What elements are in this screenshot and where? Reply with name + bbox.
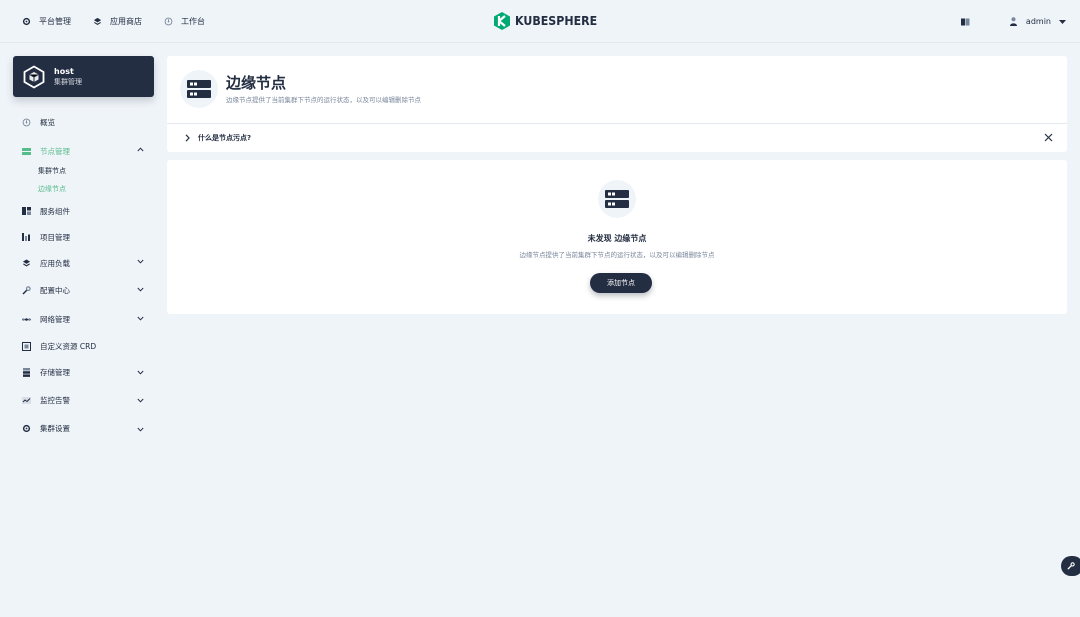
user-menu[interactable]: admin — [1009, 17, 1066, 26]
sidebar-item-label: 监控告警 — [40, 396, 70, 405]
edge-node-icon — [180, 70, 218, 108]
projects-icon — [22, 233, 31, 242]
chevron-down-icon — [137, 316, 144, 321]
cluster-name: host — [54, 67, 74, 76]
nav-app-store[interactable]: 应用商店 — [93, 16, 142, 27]
documentation-icon[interactable] — [960, 18, 970, 26]
user-icon — [1009, 17, 1017, 26]
sidebar-item-label: 应用负载 — [40, 258, 70, 268]
sidebar-item-label: 自定义资源 CRD — [40, 341, 97, 351]
nav-workbench-label: 工作台 — [181, 17, 205, 26]
page-description: 边缘节点提供了当前集群下节点的运行状态，以及可以编辑删除节点 — [226, 96, 421, 104]
nav-app-store-label: 应用商店 — [110, 17, 142, 26]
sidebar-item-label: 项目管理 — [40, 232, 70, 242]
layers-icon — [93, 17, 102, 26]
sidebar-item-overview[interactable]: 概览 — [13, 112, 154, 132]
sidebar-item-label: 概览 — [40, 117, 55, 127]
page-header-panel: 边缘节点 边缘节点提供了当前集群下节点的运行状态，以及可以编辑删除节点 什么是节… — [167, 56, 1067, 152]
gear-icon — [22, 17, 31, 26]
sidebar-item-components[interactable]: 服务组件 — [13, 198, 154, 224]
add-node-button[interactable]: 添加节点 — [590, 273, 652, 293]
sidebar-item-cluster-settings[interactable]: 集群设置 — [13, 415, 154, 442]
taint-tip-toggle[interactable]: 什么是节点污点? — [167, 124, 1067, 152]
monitoring-icon — [22, 396, 31, 405]
sidebar-item-label: 存储管理 — [40, 368, 70, 377]
page-title: 边缘节点 — [226, 74, 287, 92]
cluster-icon — [23, 64, 45, 89]
gear-icon — [22, 424, 31, 433]
cluster-info: host 集群管理 — [54, 66, 82, 87]
sidebar-item-label: 节点管理 — [40, 146, 70, 156]
sidebar-subitem-cluster-nodes[interactable]: 集群节点 — [13, 162, 154, 180]
top-nav-menu: 平台管理 应用商店 工作台 — [22, 0, 227, 43]
sidebar-item-storage[interactable]: 存储管理 — [13, 359, 154, 386]
empty-state-panel: 未发现 边缘节点 边缘节点提供了当前集群下节点的运行状态，以及可以编辑删除节点 … — [167, 160, 1067, 314]
sidebar-item-label: 服务组件 — [40, 206, 70, 216]
empty-state-description: 边缘节点提供了当前集群下节点的运行状态，以及可以编辑删除节点 — [519, 251, 715, 259]
close-icon[interactable] — [1044, 133, 1053, 142]
cluster-subtitle: 集群管理 — [54, 78, 82, 86]
chevron-up-icon — [137, 147, 144, 152]
dashboard-icon — [164, 17, 173, 26]
caret-down-icon — [1059, 19, 1066, 24]
brand-name: KUBESPHERE — [515, 14, 598, 28]
sidebar-item-network[interactable]: 网络管理 — [13, 305, 154, 333]
top-right-tools: admin — [960, 0, 1066, 43]
sidebar-item-label: 配置中心 — [40, 286, 70, 295]
components-icon — [22, 207, 31, 216]
server-icon — [22, 147, 31, 156]
taint-tip-label: 什么是节点污点? — [198, 134, 252, 142]
chevron-down-icon — [137, 287, 144, 292]
sidebar-item-workloads[interactable]: 应用负载 — [13, 250, 154, 276]
sidebar-item-label: 网络管理 — [40, 314, 70, 324]
sidebar-item-config[interactable]: 配置中心 — [13, 276, 154, 305]
sidebar-item-projects[interactable]: 项目管理 — [13, 224, 154, 250]
kubesphere-logo-icon — [494, 12, 510, 30]
sidebar-item-crd[interactable]: 自定义资源 CRD — [13, 333, 154, 359]
sidebar-item-label: 集群设置 — [40, 424, 70, 433]
chevron-right-icon — [185, 134, 190, 142]
crd-icon — [22, 341, 31, 351]
nav-platform-management[interactable]: 平台管理 — [22, 16, 71, 27]
edge-node-icon — [598, 180, 636, 218]
chevron-down-icon — [137, 427, 144, 432]
nav-platform-label: 平台管理 — [39, 17, 71, 26]
chevron-down-icon — [137, 259, 144, 264]
wrench-icon — [22, 286, 31, 295]
toolbox-button[interactable] — [1061, 556, 1080, 576]
dashboard-icon — [22, 118, 31, 127]
chevron-down-icon — [137, 370, 144, 375]
nav-workbench[interactable]: 工作台 — [164, 16, 205, 27]
kubesphere-logo[interactable]: KUBESPHERE — [494, 12, 604, 30]
storage-icon — [22, 368, 31, 377]
username: admin — [1025, 17, 1051, 26]
sidebar-item-nodes[interactable]: 节点管理 — [13, 138, 154, 164]
sidebar-subitem-label: 边缘节点 — [38, 185, 66, 193]
sidebar-subitem-edge-nodes[interactable]: 边缘节点 — [13, 180, 154, 198]
cluster-selector[interactable]: host 集群管理 — [13, 56, 154, 97]
chevron-down-icon — [137, 398, 144, 403]
sidebar-menu: 概览 节点管理 集群节点 边缘节点 服务组件 项目管理 应用负载 配置中心 网络… — [13, 112, 154, 442]
empty-state-title: 未发现 边缘节点 — [587, 234, 647, 243]
top-navigation-bar: 平台管理 应用商店 工作台 KUBESPHERE admin — [0, 0, 1080, 43]
layers-icon — [22, 259, 31, 268]
network-icon — [22, 315, 31, 324]
sidebar-item-monitoring[interactable]: 监控告警 — [13, 386, 154, 415]
sidebar-subitem-label: 集群节点 — [38, 167, 66, 175]
wrench-icon — [1067, 562, 1075, 570]
